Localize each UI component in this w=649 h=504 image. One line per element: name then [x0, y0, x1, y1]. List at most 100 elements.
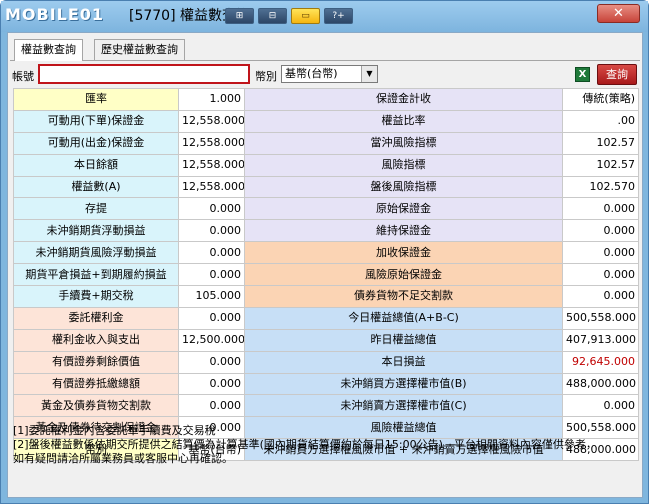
row-label-left: 匯率 [13, 88, 179, 111]
row-value-left: 12,558.000 [178, 153, 245, 177]
row-value-right: 0.000 [562, 197, 639, 221]
table-row: 有價證券剩餘價值 0.000 本日損益 92,645.000 [13, 350, 639, 374]
row-value-right: 102.570 [562, 175, 639, 199]
row-value-right: 傳統(策略) [562, 88, 639, 111]
tab-panel-border [10, 60, 640, 61]
row-label-right: 權益比率 [244, 109, 563, 133]
row-value-right: 0.000 [562, 285, 639, 308]
query-button[interactable]: 查詢 [597, 64, 637, 85]
table-row: 可動用(下單)保證金 12,558.000 權益比率 .00 [13, 109, 639, 133]
row-label-right: 風險原始保證金 [244, 263, 563, 287]
row-value-right: 0.000 [562, 263, 639, 287]
row-label-left: 存提 [13, 197, 179, 221]
row-value-right: 102.57 [562, 153, 639, 177]
client-area: 權益數查詢 歷史權益數查詢 帳號 幣別 基幣(台幣) ▼ X 查詢 匯率 1.00… [7, 32, 643, 498]
row-label-left: 未沖銷期貨風險浮動損益 [13, 241, 179, 265]
row-label-right: 盤後風險指標 [244, 175, 563, 199]
window-close-button[interactable]: ✕ [597, 4, 640, 23]
row-label-right: 未沖銷賣方選擇權市值(C) [244, 394, 563, 418]
row-label-left: 權利金收入與支出 [13, 328, 179, 352]
row-label-right: 債券貨物不足交割款 [244, 285, 563, 308]
row-value-right: 0.000 [562, 219, 639, 243]
table-row: 本日餘額 12,558.000 風險指標 102.57 [13, 153, 639, 177]
row-value-left: 0.000 [178, 241, 245, 265]
row-label-left: 可動用(下單)保證金 [13, 109, 179, 133]
table-row: 有價證券抵繳總額 0.000 未沖銷買方選擇權市值(B) 488,000.000 [13, 372, 639, 396]
row-value-left: 12,500.000 [178, 328, 245, 352]
footnote-1: [1]委託權利金內含委託單手續費及交易稅 [13, 424, 216, 437]
row-label-right: 未沖銷買方選擇權市值(B) [244, 372, 563, 396]
row-label-left: 有價證券剩餘價值 [13, 350, 179, 374]
table-row: 權利金收入與支出 12,500.000 昨日權益總值 407,913.000 [13, 328, 639, 352]
row-value-right: 500,558.000 [562, 306, 639, 330]
currency-select[interactable]: 基幣(台幣) ▼ [281, 65, 378, 83]
row-label-left: 可動用(出金)保證金 [13, 131, 179, 155]
chevron-down-icon[interactable]: ▼ [361, 66, 377, 82]
row-label-right: 當沖風險指標 [244, 131, 563, 155]
footnote-2: [2]盤後權益數係依期交所提供之結算價為計算基準(國內期貨結算價約於每日15:0… [13, 438, 597, 451]
table-row: 匯率 1.000 保證金計收 傳統(策略) [13, 88, 639, 111]
table-row: 黃金及債券貨物交割款 0.000 未沖銷賣方選擇權市值(C) 0.000 [13, 394, 639, 418]
layout-grid-button[interactable]: ⊞ [225, 8, 254, 24]
row-label-left: 有價證券抵繳總額 [13, 372, 179, 396]
row-value-left: 0.000 [178, 306, 245, 330]
row-value-right: 92,645.000 [562, 350, 639, 374]
row-value-left: 0.000 [178, 394, 245, 418]
row-label-right: 原始保證金 [244, 197, 563, 221]
row-value-right: 0.000 [562, 241, 639, 265]
row-value-left: 1.000 [178, 88, 245, 111]
row-value-left: 12,558.000 [178, 131, 245, 155]
row-label-right: 昨日權益總值 [244, 328, 563, 352]
row-label-left: 權益數(A) [13, 175, 179, 199]
row-value-left: 105.000 [178, 285, 245, 308]
query-toolbar: 帳號 幣別 基幣(台幣) ▼ X 查詢 [8, 64, 644, 86]
layout-split-button[interactable]: ⊟ [258, 8, 287, 24]
table-row: 權益數(A) 12,558.000 盤後風險指標 102.570 [13, 175, 639, 199]
app-logo: MOBILE01 [5, 5, 105, 24]
currency-label: 幣別 [255, 70, 277, 83]
row-label-left: 未沖銷期貨浮動損益 [13, 219, 179, 243]
row-label-left: 期貨平倉損益+到期履約損益 [13, 263, 179, 287]
layout-single-button[interactable]: ▭ [291, 8, 320, 24]
row-value-left: 12,558.000 [178, 175, 245, 199]
row-label-right: 今日權益總值(A+B-C) [244, 306, 563, 330]
row-label-left: 本日餘額 [13, 153, 179, 177]
table-row: 期貨平倉損益+到期履約損益 0.000 風險原始保證金 0.000 [13, 263, 639, 287]
title-bar: MOBILE01 [5770] 權益數查詢 ⊞ ⊟ ▭ ?+ ✕ [1, 1, 648, 32]
account-input[interactable] [38, 64, 250, 84]
equity-table: 匯率 1.000 保證金計收 傳統(策略) 可動用(下單)保證金 12,558.000 權益… [13, 88, 639, 462]
footnotes: [1]委託權利金內含委託單手續費及交易稅 [2]盤後權益數係依期交所提供之結算價… [13, 424, 639, 466]
row-value-right: 488,000.000 [562, 372, 639, 396]
row-value-right: 102.57 [562, 131, 639, 155]
row-label-right: 維持保證金 [244, 219, 563, 243]
currency-selected-value: 基幣(台幣) [285, 67, 338, 80]
row-value-left: 0.000 [178, 372, 245, 396]
table-row: 未沖銷期貨浮動損益 0.000 維持保證金 0.000 [13, 219, 639, 243]
row-label-right: 風險指標 [244, 153, 563, 177]
row-label-right: 保證金計收 [244, 88, 563, 111]
row-label-right: 本日損益 [244, 350, 563, 374]
row-label-left: 黃金及債券貨物交割款 [13, 394, 179, 418]
row-value-left: 0.000 [178, 263, 245, 287]
tab-history-equity-query[interactable]: 歷史權益數查詢 [94, 39, 185, 60]
table-row: 可動用(出金)保證金 12,558.000 當沖風險指標 102.57 [13, 131, 639, 155]
table-row: 委託權利金 0.000 今日權益總值(A+B-C) 500,558.000 [13, 306, 639, 330]
row-label-left: 手續費+期交稅 [13, 285, 179, 308]
table-row: 未沖銷期貨風險浮動損益 0.000 加收保證金 0.000 [13, 241, 639, 265]
table-row: 手續費+期交稅 105.000 債券貨物不足交割款 0.000 [13, 285, 639, 308]
table-row: 存提 0.000 原始保證金 0.000 [13, 197, 639, 221]
row-value-right: 407,913.000 [562, 328, 639, 352]
excel-export-icon[interactable]: X [575, 67, 590, 82]
row-value-right: .00 [562, 109, 639, 133]
help-add-button[interactable]: ?+ [324, 8, 353, 24]
account-label: 帳號 [12, 70, 34, 83]
app-window: MOBILE01 [5770] 權益數查詢 ⊞ ⊟ ▭ ?+ ✕ 權益數查詢 歷… [0, 0, 649, 504]
row-label-right: 加收保證金 [244, 241, 563, 265]
row-value-left: 0.000 [178, 350, 245, 374]
row-label-left: 委託權利金 [13, 306, 179, 330]
row-value-left: 0.000 [178, 197, 245, 221]
row-value-right: 0.000 [562, 394, 639, 418]
row-value-left: 12,558.000 [178, 109, 245, 133]
tab-equity-query[interactable]: 權益數查詢 [14, 39, 83, 61]
footnote-3: 如有疑問請洽所屬業務員或客服中心再確認。 [13, 452, 233, 465]
